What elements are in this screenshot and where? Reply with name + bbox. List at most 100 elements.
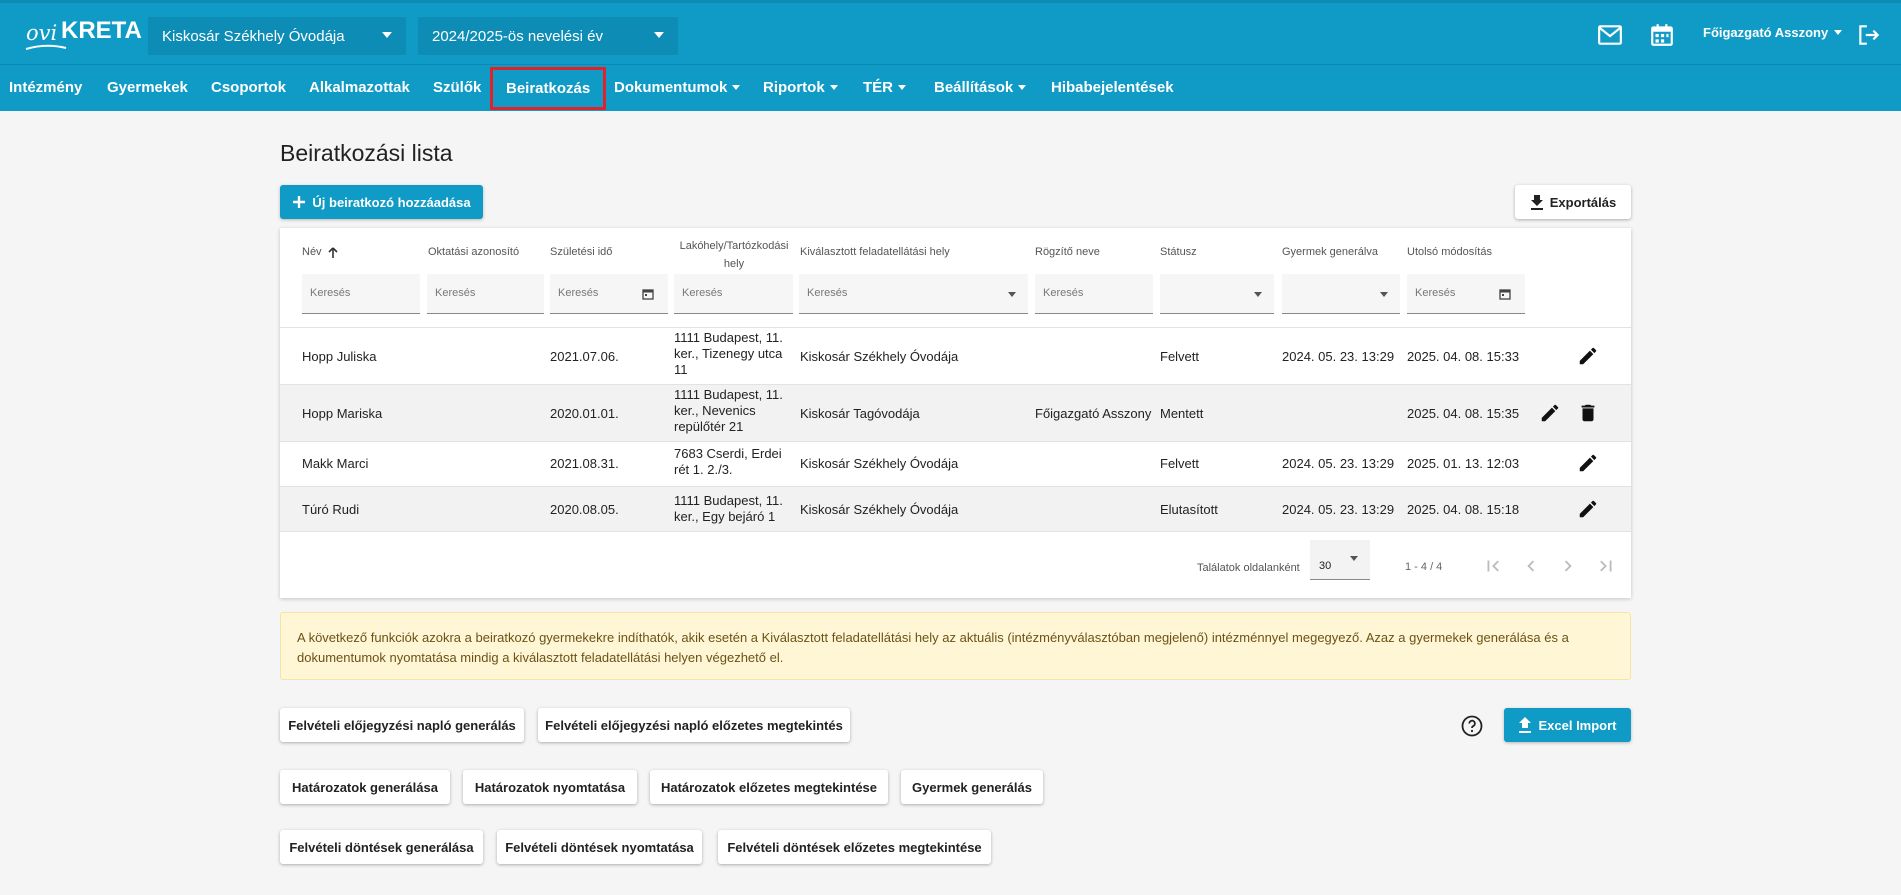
cell-name: Túró Rudi — [302, 502, 360, 517]
table-row[interactable]: Hopp Juliska 2021.07.06. 1111 Budapest, … — [280, 327, 1631, 384]
filter-status-select[interactable] — [1160, 274, 1274, 314]
cell-birth-date: 2020.08.05. — [550, 502, 619, 517]
decisions-preview-button[interactable]: Határozatok előzetes megtekintése — [650, 770, 888, 804]
decisions-print-button[interactable]: Határozatok nyomtatása — [463, 770, 637, 804]
column-header-status[interactable]: Státusz — [1160, 246, 1197, 258]
nav-item-beiratkozas[interactable]: Beiratkozás — [490, 67, 607, 110]
page-size-label: Találatok oldalanként — [1197, 562, 1300, 574]
child-generate-button[interactable]: Gyermek generálás — [901, 770, 1043, 804]
nav-label: Dokumentumok — [614, 79, 728, 96]
table-row[interactable]: Hopp Mariska 2020.01.01. 1111 Budapest, … — [280, 384, 1631, 441]
edit-pencil-icon[interactable] — [1577, 498, 1599, 520]
chevron-down-icon — [1018, 85, 1027, 90]
logo-main: KRETA — [61, 17, 142, 44]
nav-item-beallitasok[interactable]: Beállítások — [934, 65, 1027, 110]
previous-page-icon[interactable] — [1520, 555, 1542, 577]
cell-status: Elutasított — [1160, 502, 1218, 517]
nav-item-szulok[interactable]: Szülők — [433, 65, 481, 110]
cell-address: 1111 Budapest, 11. ker., Nevenics repülő… — [674, 387, 783, 434]
page-range: 1 - 4 / 4 — [1405, 561, 1443, 573]
add-enrollee-label: Új beiratkozó hozzáadása — [312, 194, 471, 210]
nav-item-hibabejelentesek[interactable]: Hibabejelentések — [1051, 65, 1174, 110]
nav-item-dokumentumok[interactable]: Dokumentumok — [614, 65, 741, 110]
column-header-place[interactable]: Kiválasztott feladatellátási hely — [800, 246, 950, 258]
info-text: A következő funkciók azokra a beiratkozó… — [297, 630, 1569, 665]
page-size-select[interactable]: 30 — [1310, 540, 1370, 580]
nav-item-riportok[interactable]: Riportok — [763, 65, 838, 110]
column-header-education-id[interactable]: Oktatási azonosító — [428, 246, 519, 258]
edit-pencil-icon[interactable] — [1577, 345, 1599, 367]
cell-address: 1111 Budapest, 11. ker., Egy bejáró 1 — [674, 493, 783, 524]
trash-icon[interactable] — [1577, 402, 1599, 424]
calendar-icon[interactable] — [1499, 288, 1511, 300]
filter-place-select[interactable]: Keresés — [799, 274, 1028, 314]
cell-last-modified: 2025. 04. 08. 15:18 — [1407, 502, 1520, 517]
filter-address-input[interactable]: Keresés — [674, 274, 793, 314]
add-enrollee-button[interactable]: Új beiratkozó hozzáadása — [280, 185, 483, 219]
filter-name-input[interactable]: Keresés — [302, 274, 420, 314]
filter-placeholder: Keresés — [1415, 287, 1456, 299]
column-header-recorder[interactable]: Rögzítő neve — [1035, 246, 1100, 258]
app-logo[interactable]: ovi KRETA — [24, 17, 142, 53]
export-button[interactable]: Exportálás — [1515, 185, 1631, 219]
admission-register-generate-button[interactable]: Felvételi előjegyzési napló generálás — [280, 708, 524, 742]
column-header-name[interactable]: Név — [302, 246, 338, 258]
decisions-generate-button[interactable]: Határozatok generálása — [280, 770, 450, 804]
school-year-value: 2024/2025-ös nevelési év — [432, 27, 603, 45]
help-icon[interactable] — [1460, 714, 1484, 738]
school-year-select[interactable]: 2024/2025-ös nevelési év — [418, 17, 678, 55]
filter-placeholder: Keresés — [807, 287, 848, 299]
filter-placeholder: Keresés — [435, 287, 476, 299]
edit-pencil-icon[interactable] — [1539, 402, 1561, 424]
column-header-birth-date[interactable]: Születési idő — [550, 246, 612, 258]
button-label: Felvételi előjegyzési napló generálás — [288, 717, 516, 733]
button-label: Gyermek generálás — [912, 779, 1032, 795]
nav-item-ter[interactable]: TÉR — [863, 65, 906, 110]
nav-label: Csoportok — [211, 79, 286, 96]
filter-birth-date-input[interactable]: Keresés — [550, 274, 668, 314]
calendar-icon[interactable] — [642, 288, 654, 300]
nav-item-gyermekek[interactable]: Gyermekek — [107, 65, 188, 110]
calendar-icon[interactable] — [1649, 22, 1675, 48]
chevron-down-icon — [1254, 292, 1262, 297]
nav-label: Hibabejelentések — [1051, 79, 1174, 96]
table-row[interactable]: Makk Marci 2021.08.31. 7683 Cserdi, Erde… — [280, 441, 1631, 486]
admission-decisions-print-button[interactable]: Felvételi döntések nyomtatása — [497, 830, 702, 864]
sort-arrow-up-icon — [327, 246, 338, 258]
cell-child-generated: 2024. 05. 23. 13:29 — [1282, 456, 1395, 471]
nav-item-csoportok[interactable]: Csoportok — [211, 65, 286, 110]
mail-icon[interactable] — [1597, 22, 1623, 48]
filter-child-generated-select[interactable] — [1282, 274, 1400, 314]
nav-label: Szülők — [433, 79, 482, 96]
column-header-last-modified[interactable]: Utolsó módosítás — [1407, 246, 1492, 258]
filter-recorder-input[interactable]: Keresés — [1035, 274, 1153, 314]
column-header-child-generated[interactable]: Gyermek generálva — [1282, 246, 1378, 258]
next-page-icon[interactable] — [1557, 555, 1579, 577]
admission-decisions-preview-button[interactable]: Felvételi döntések előzetes megtekintése — [718, 830, 991, 864]
cell-place: Kiskosár Székhely Óvodája — [800, 502, 959, 517]
nav-item-alkalmazottak[interactable]: Alkalmazottak — [309, 65, 410, 110]
cell-child-generated: 2024. 05. 23. 13:29 — [1282, 349, 1395, 364]
excel-import-label: Excel Import — [1538, 717, 1617, 733]
edit-pencil-icon[interactable] — [1577, 452, 1599, 474]
admission-register-preview-button[interactable]: Felvételi előjegyzési napló előzetes meg… — [538, 708, 850, 742]
cell-address: 1111 Budapest, 11. ker., Tizenegy utca 1… — [674, 330, 783, 377]
admission-decisions-generate-button[interactable]: Felvételi döntések generálása — [280, 830, 483, 864]
chevron-down-icon — [1380, 292, 1388, 297]
cell-place: Kiskosár Tagóvodája — [800, 406, 920, 421]
table-row[interactable]: Túró Rudi 2020.08.05. 1111 Budapest, 11.… — [280, 486, 1631, 532]
header-label: Név — [302, 246, 322, 258]
chevron-down-icon — [1008, 292, 1016, 297]
logout-icon[interactable] — [1856, 22, 1882, 48]
first-page-icon[interactable] — [1482, 555, 1504, 577]
logo-swoosh-icon — [25, 44, 67, 50]
filter-education-id-input[interactable]: Keresés — [427, 274, 544, 314]
last-page-icon[interactable] — [1595, 555, 1617, 577]
filter-last-modified-input[interactable]: Keresés — [1407, 274, 1525, 314]
excel-import-button[interactable]: Excel Import — [1504, 708, 1631, 742]
cell-birth-date: 2021.07.06. — [550, 349, 619, 364]
user-menu[interactable]: Főigazgató Asszony — [1703, 25, 1843, 40]
nav-item-intezmeny[interactable]: Intézmény — [9, 65, 82, 110]
institution-select[interactable]: Kiskosár Székhely Óvodája — [148, 17, 406, 55]
column-header-address[interactable]: Lakóhely/Tartózkodási hely — [674, 237, 794, 273]
